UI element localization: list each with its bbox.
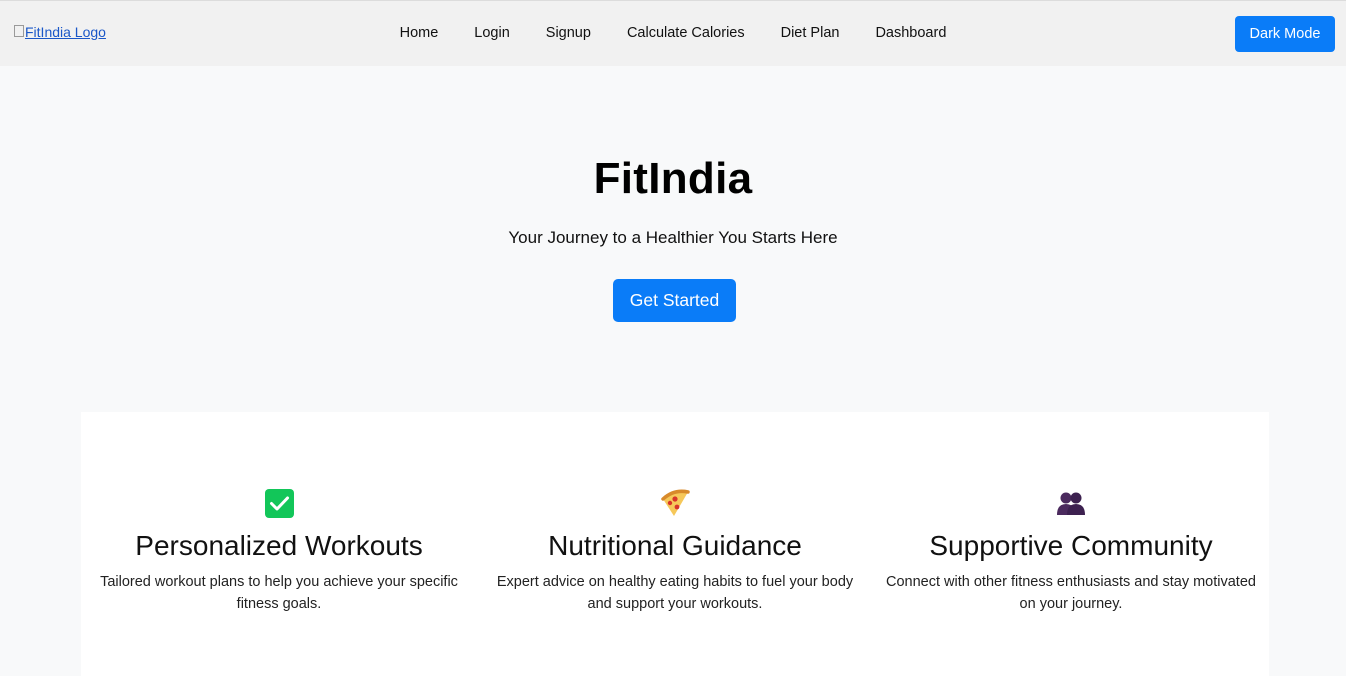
- nav-link-login[interactable]: Login: [456, 25, 527, 41]
- feature-card-community: Supportive Community Connect with other …: [873, 486, 1269, 615]
- nav-link-dashboard[interactable]: Dashboard: [857, 25, 964, 41]
- navbar: FitIndia Logo Home Login Signup Calculat…: [0, 0, 1346, 66]
- nav-links: Home Login Signup Calculate Calories Die…: [0, 25, 1346, 41]
- hero-tagline: Your Journey to a Healthier You Starts H…: [508, 228, 838, 247]
- feature-title: Nutritional Guidance: [548, 530, 802, 561]
- nav-link-signup[interactable]: Signup: [528, 25, 609, 41]
- people-icon: [873, 486, 1269, 520]
- hero-section: FitIndia Your Journey to a Healthier You…: [0, 66, 1346, 412]
- nav-link-calculate-calories[interactable]: Calculate Calories: [609, 25, 763, 41]
- check-mark-icon: [81, 486, 477, 520]
- nav-link-home[interactable]: Home: [382, 25, 457, 41]
- hero-title: FitIndia: [593, 154, 753, 203]
- feature-description: Expert advice on healthy eating habits t…: [496, 574, 854, 612]
- feature-card-workouts: Personalized Workouts Tailored workout p…: [81, 486, 477, 615]
- features-section: Personalized Workouts Tailored workout p…: [81, 412, 1269, 676]
- feature-description: Tailored workout plans to help you achie…: [100, 574, 458, 612]
- feature-description: Connect with other fitness enthusiasts a…: [886, 574, 1256, 612]
- feature-title: Supportive Community: [929, 530, 1213, 561]
- get-started-button[interactable]: Get Started: [613, 279, 736, 322]
- nav-link-diet-plan[interactable]: Diet Plan: [763, 25, 858, 41]
- pizza-icon: [477, 486, 873, 520]
- dark-mode-button[interactable]: Dark Mode: [1235, 16, 1335, 52]
- feature-card-nutrition: Nutritional Guidance Expert advice on he…: [477, 486, 873, 615]
- feature-title: Personalized Workouts: [135, 530, 423, 561]
